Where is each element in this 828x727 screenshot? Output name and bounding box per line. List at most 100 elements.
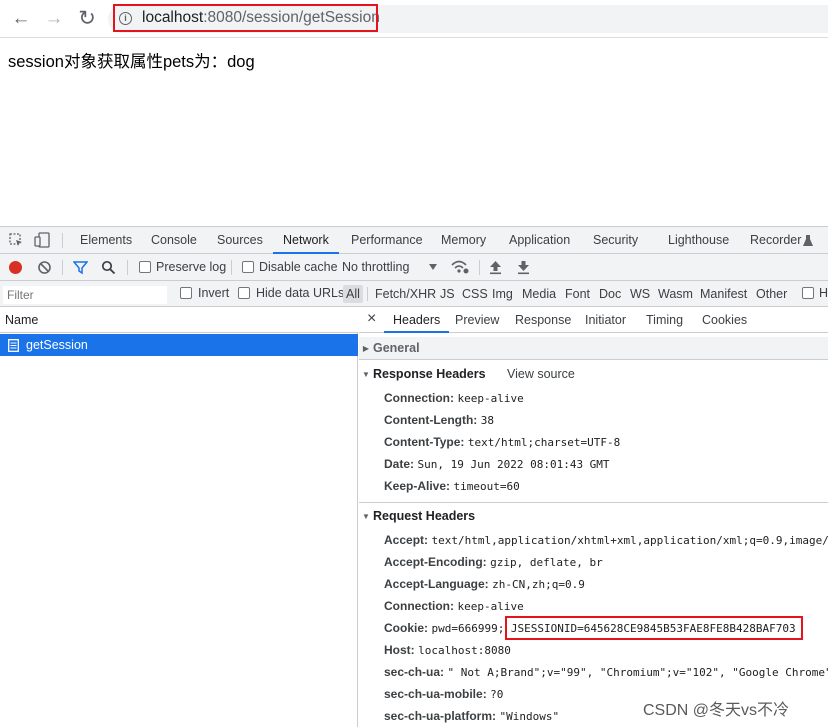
preserve-log-label: Preserve log bbox=[156, 260, 226, 274]
detail-tab-headers[interactable]: Headers bbox=[384, 307, 449, 333]
response-header-row: Date: Sun, 19 Jun 2022 08:01:43 GMT bbox=[384, 453, 610, 475]
detail-tab-cookies[interactable]: Cookies bbox=[702, 307, 747, 333]
detail-tab-preview[interactable]: Preview bbox=[455, 307, 499, 333]
response-headers-title: Response Headers bbox=[373, 367, 486, 381]
tab-memory[interactable]: Memory bbox=[441, 227, 486, 254]
reload-icon[interactable]: ↻ bbox=[75, 7, 99, 31]
filter-type-wasm[interactable]: Wasm bbox=[658, 285, 693, 303]
header-name: Connection: bbox=[384, 599, 454, 613]
view-source-link[interactable]: View source bbox=[507, 363, 575, 385]
filter-type-all[interactable]: All bbox=[343, 285, 363, 303]
request-header-row: Accept-Encoding: gzip, deflate, br bbox=[384, 551, 603, 573]
export-har-icon[interactable] bbox=[517, 260, 530, 275]
request-header-row: Connection: keep-alive bbox=[384, 595, 524, 617]
filter-funnel-icon[interactable] bbox=[73, 260, 88, 275]
detail-tab-response[interactable]: Response bbox=[515, 307, 571, 333]
tab-elements[interactable]: Elements bbox=[80, 227, 132, 254]
collapse-triangle-icon: ▼ bbox=[359, 506, 373, 528]
url-text[interactable]: localhost:8080/session/getSession bbox=[142, 9, 380, 27]
header-name: sec-ch-ua: bbox=[384, 665, 444, 679]
filter-type-fetch-xhr[interactable]: Fetch/XHR bbox=[375, 285, 436, 303]
header-value: "Windows" bbox=[500, 710, 560, 723]
network-toolbar: Preserve log Disable cache No throttling bbox=[0, 254, 828, 281]
network-conditions-icon[interactable] bbox=[451, 259, 469, 275]
tab-recorder[interactable]: Recorder bbox=[750, 227, 801, 254]
tab-lighthouse[interactable]: Lighthouse bbox=[668, 227, 729, 254]
device-toggle-icon[interactable] bbox=[34, 232, 51, 248]
filter-type-manifest[interactable]: Manifest bbox=[700, 285, 747, 303]
header-name: sec-ch-ua-platform: bbox=[384, 709, 496, 723]
url-host: localhost bbox=[142, 9, 203, 26]
request-header-row: sec-ch-ua-platform: "Windows" bbox=[384, 705, 559, 727]
filter-input[interactable] bbox=[3, 286, 167, 304]
filter-type-ws[interactable]: WS bbox=[630, 285, 650, 303]
filter-type-css[interactable]: CSS bbox=[462, 285, 488, 303]
preserve-log-checkbox[interactable] bbox=[139, 261, 151, 273]
clear-icon[interactable] bbox=[37, 260, 52, 275]
header-name: Content-Type: bbox=[384, 435, 464, 449]
tab-network[interactable]: Network bbox=[273, 227, 339, 254]
response-header-row: Content-Length: 38 bbox=[384, 409, 494, 431]
inspect-element-icon[interactable] bbox=[9, 233, 24, 248]
general-section-header[interactable]: ▶General bbox=[359, 337, 828, 359]
close-icon[interactable]: × bbox=[367, 310, 376, 328]
hide-data-urls-checkbox[interactable] bbox=[238, 287, 250, 299]
tab-application[interactable]: Application bbox=[509, 227, 570, 254]
forward-arrow-icon[interactable]: → bbox=[42, 7, 66, 31]
filter-type-js[interactable]: JS bbox=[440, 285, 455, 303]
response-header-row: Keep-Alive: timeout=60 bbox=[384, 475, 520, 497]
header-name: sec-ch-ua-mobile: bbox=[384, 687, 487, 701]
tab-console[interactable]: Console bbox=[151, 227, 197, 254]
filter-type-media[interactable]: Media bbox=[522, 285, 556, 303]
request-header-row: Cookie: pwd=666999; JSESSIONID=645628CE9… bbox=[384, 617, 796, 639]
tab-separator bbox=[62, 233, 63, 248]
filter-type-img[interactable]: Img bbox=[492, 285, 513, 303]
header-value: zh-CN,zh;q=0.9 bbox=[492, 578, 585, 591]
header-value: 38 bbox=[481, 414, 494, 427]
response-header-row: Connection: keep-alive bbox=[384, 387, 524, 409]
tab-security[interactable]: Security bbox=[593, 227, 638, 254]
invert-checkbox[interactable] bbox=[180, 287, 192, 299]
request-headers-title: Request Headers bbox=[373, 509, 475, 523]
recorder-flask-icon bbox=[803, 235, 813, 246]
request-name: getSession bbox=[26, 338, 88, 352]
header-value: pwd=666999; bbox=[432, 622, 505, 635]
session-cookie-value: JSESSIONID=645628CE9845B53FAE8FE8B428BAF… bbox=[508, 622, 796, 635]
blocked-requests-checkbox[interactable] bbox=[802, 287, 814, 299]
header-name: Accept-Language: bbox=[384, 577, 489, 591]
header-value: text/html;charset=UTF-8 bbox=[468, 436, 620, 449]
page-body-text: session对象获取属性pets为：dog bbox=[8, 48, 255, 72]
request-header-row: Accept-Language: zh-CN,zh;q=0.9 bbox=[384, 573, 585, 595]
search-icon[interactable] bbox=[101, 260, 116, 275]
disable-cache-checkbox[interactable] bbox=[242, 261, 254, 273]
request-header-row: Host: localhost:8080 bbox=[384, 639, 511, 661]
tab-performance[interactable]: Performance bbox=[351, 227, 423, 254]
request-row[interactable]: getSession bbox=[0, 334, 358, 356]
name-column-header[interactable]: Name bbox=[0, 307, 358, 333]
filter-type-doc[interactable]: Doc bbox=[599, 285, 621, 303]
chevron-down-icon[interactable] bbox=[429, 264, 437, 270]
record-icon[interactable] bbox=[9, 261, 22, 274]
header-value: Sun, 19 Jun 2022 08:01:43 GMT bbox=[418, 458, 610, 471]
tab-sources[interactable]: Sources bbox=[217, 227, 263, 254]
filter-bar: Invert Hide data URLs All Fetch/XHR JS C… bbox=[0, 281, 828, 307]
header-value: timeout=60 bbox=[454, 480, 520, 493]
detail-tab-timing[interactable]: Timing bbox=[646, 307, 683, 333]
request-headers-section-header[interactable]: ▼Request Headers bbox=[359, 505, 828, 527]
import-har-icon[interactable] bbox=[489, 260, 502, 275]
collapse-triangle-icon: ▼ bbox=[359, 364, 373, 386]
filter-type-other[interactable]: Other bbox=[756, 285, 787, 303]
filter-type-font[interactable]: Font bbox=[565, 285, 590, 303]
request-header-row: sec-ch-ua: " Not A;Brand";v="99", "Chrom… bbox=[384, 661, 828, 683]
response-headers-section-header[interactable]: ▼Response Headers View source bbox=[359, 363, 828, 385]
info-icon[interactable]: i bbox=[119, 12, 132, 25]
back-arrow-icon[interactable]: ← bbox=[9, 7, 33, 31]
request-details: × Headers Preview Response Initiator Tim… bbox=[359, 307, 828, 727]
expand-triangle-icon: ▶ bbox=[359, 338, 373, 360]
devtools-panel: Elements Console Sources Network Perform… bbox=[0, 226, 828, 726]
detail-tab-initiator[interactable]: Initiator bbox=[585, 307, 626, 333]
throttling-select[interactable]: No throttling bbox=[342, 260, 409, 274]
browser-toolbar: ← → ↻ i localhost:8080/session/getSessio… bbox=[0, 0, 828, 38]
header-value: text/html,application/xhtml+xml,applicat… bbox=[432, 534, 828, 547]
disable-cache-label: Disable cache bbox=[259, 260, 338, 274]
